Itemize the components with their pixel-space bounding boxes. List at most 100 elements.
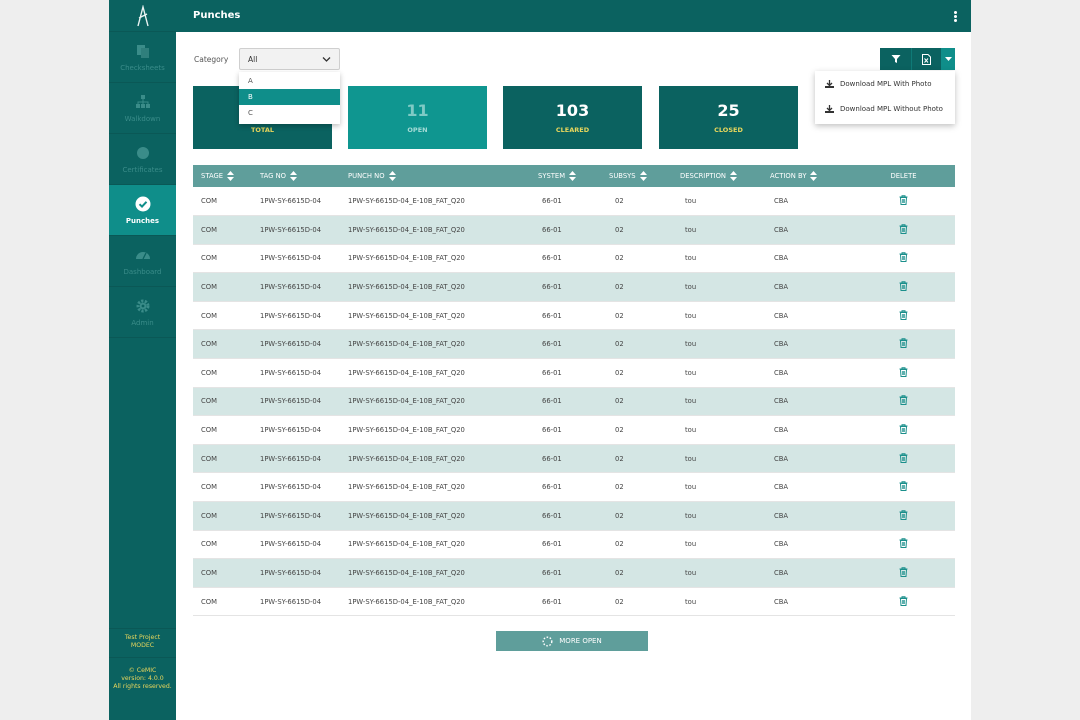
table-row[interactable]: COM 1PW-SY-6615D-04 1PW-SY-6615D-04_E-10B_… xyxy=(193,329,955,360)
category-select[interactable]: All xyxy=(239,48,340,70)
table-row[interactable]: COM 1PW-SY-6615D-04 1PW-SY-6615D-04_E-10B_… xyxy=(193,415,955,445)
cell-action-by: CBA xyxy=(762,215,852,245)
cell-delete xyxy=(852,358,955,388)
cell-delete xyxy=(852,472,955,503)
col-action-by[interactable]: ACTION BY xyxy=(762,165,852,187)
col-system[interactable]: SYSTEM xyxy=(530,165,601,187)
col-stage-label: STAGE xyxy=(201,172,224,180)
cell-punch-no: 1PW-SY-6615D-04_E-10B_FAT_Q20 xyxy=(340,329,530,360)
card-value: 11 xyxy=(406,101,429,120)
table-row[interactable]: COM 1PW-SY-6615D-04 1PW-SY-6615D-04_E-10B_… xyxy=(193,358,955,388)
table-row[interactable]: COM 1PW-SY-6615D-04 1PW-SY-6615D-04_E-10B_… xyxy=(193,272,955,302)
trash-icon[interactable] xyxy=(899,367,908,377)
more-open-button[interactable]: MORE OPEN xyxy=(496,631,648,651)
download-icon xyxy=(825,105,834,113)
table-row[interactable]: COM 1PW-SY-6615D-04 1PW-SY-6615D-04_E-10B_… xyxy=(193,187,955,217)
cell-stage: COM xyxy=(193,415,252,445)
table-row[interactable]: COM 1PW-SY-6615D-04 1PW-SY-6615D-04_E-10B_… xyxy=(193,215,955,245)
category-option-a[interactable]: A xyxy=(239,73,340,89)
table-row[interactable]: COM 1PW-SY-6615D-04 1PW-SY-6615D-04_E-10B_… xyxy=(193,301,955,331)
trash-icon[interactable] xyxy=(899,452,908,463)
table-row[interactable]: COM 1PW-SY-6615D-04 1PW-SY-6615D-04_E-10B_… xyxy=(193,558,955,588)
cell-system: 66-01 xyxy=(530,387,601,417)
sidebar-item-walkdown[interactable]: Walkdown xyxy=(109,83,176,134)
gauge-icon xyxy=(135,251,150,259)
cell-subsys: 02 xyxy=(601,558,672,588)
export-dropdown-toggle[interactable] xyxy=(941,48,955,70)
col-description[interactable]: DESCRIPTION xyxy=(672,165,762,187)
trash-icon[interactable] xyxy=(899,195,908,206)
trash-icon[interactable] xyxy=(899,338,908,349)
cell-description: tou xyxy=(672,244,762,274)
table-row[interactable]: COM 1PW-SY-6615D-04 1PW-SY-6615D-04_E-10B_… xyxy=(193,444,955,474)
trash-icon[interactable] xyxy=(899,424,908,435)
col-stage[interactable]: STAGE xyxy=(193,165,252,187)
col-subsys[interactable]: SUBSYS xyxy=(601,165,672,187)
col-punch-no-label: PUNCH NO xyxy=(348,172,385,180)
trash-icon[interactable] xyxy=(899,281,908,292)
cell-punch-no: 1PW-SY-6615D-04_E-10B_FAT_Q20 xyxy=(340,415,530,445)
card-cleared[interactable]: 103 CLEARED xyxy=(503,86,642,149)
card-open[interactable]: 11 OPEN xyxy=(348,86,487,149)
cell-delete xyxy=(852,329,955,360)
table-row[interactable]: COM 1PW-SY-6615D-04 1PW-SY-6615D-04_E-10B_… xyxy=(193,530,955,560)
more-options-icon[interactable] xyxy=(953,11,957,22)
copyright-line: © CeMIC xyxy=(128,667,157,674)
cell-subsys: 02 xyxy=(601,472,672,503)
category-label: Category xyxy=(194,55,229,64)
cell-punch-no: 1PW-SY-6615D-04_E-10B_FAT_Q20 xyxy=(340,444,530,474)
cell-stage: COM xyxy=(193,444,252,474)
col-punch-no[interactable]: PUNCH NO xyxy=(340,165,530,187)
cell-stage: COM xyxy=(193,301,252,331)
excel-export-button[interactable] xyxy=(911,48,941,70)
sidebar-item-admin[interactable]: Admin xyxy=(109,287,176,338)
filter-button[interactable] xyxy=(880,48,911,70)
table-row[interactable]: COM 1PW-SY-6615D-04 1PW-SY-6615D-04_E-10B_… xyxy=(193,587,955,617)
table-row[interactable]: COM 1PW-SY-6615D-04 1PW-SY-6615D-04_E-10B_… xyxy=(193,472,955,503)
cell-stage: COM xyxy=(193,558,252,588)
table-row[interactable]: COM 1PW-SY-6615D-04 1PW-SY-6615D-04_E-10B_… xyxy=(193,387,955,417)
trash-icon[interactable] xyxy=(899,538,908,549)
category-option-c[interactable]: C xyxy=(239,105,340,121)
col-description-label: DESCRIPTION xyxy=(680,172,727,180)
cell-tag-no: 1PW-SY-6615D-04 xyxy=(252,501,340,531)
sidebar-item-dashboard[interactable]: Dashboard xyxy=(109,236,176,287)
cell-action-by: CBA xyxy=(762,501,852,531)
trash-icon[interactable] xyxy=(899,252,908,263)
sidebar-item-punches[interactable]: Punches xyxy=(109,185,176,236)
download-mpl-without-photo[interactable]: Download MPL Without Photo xyxy=(815,97,955,121)
cell-description: tou xyxy=(672,501,762,531)
cell-action-by: CBA xyxy=(762,301,852,331)
cell-punch-no: 1PW-SY-6615D-04_E-10B_FAT_Q20 xyxy=(340,358,530,388)
cell-delete xyxy=(852,530,955,560)
more-open-label: MORE OPEN xyxy=(559,637,602,645)
cell-delete xyxy=(852,558,955,588)
col-system-label: SYSTEM xyxy=(538,172,566,180)
app-logo[interactable] xyxy=(109,0,176,32)
download-mpl-with-photo[interactable]: Download MPL With Photo xyxy=(815,72,955,96)
cell-action-by: CBA xyxy=(762,530,852,560)
card-label: CLOSED xyxy=(714,126,743,134)
sidebar-item-label: Dashboard xyxy=(123,267,162,276)
category-option-b[interactable]: B xyxy=(239,89,340,105)
cell-tag-no: 1PW-SY-6615D-04 xyxy=(252,244,340,274)
card-closed[interactable]: 25 CLOSED xyxy=(659,86,798,149)
sidebar-item-checksheets[interactable]: Checksheets xyxy=(109,32,176,83)
cell-description: tou xyxy=(672,387,762,417)
trash-icon[interactable] xyxy=(899,309,908,320)
trash-icon[interactable] xyxy=(899,595,908,606)
trash-icon[interactable] xyxy=(899,224,908,234)
trash-icon[interactable] xyxy=(899,567,908,578)
table-row[interactable]: COM 1PW-SY-6615D-04 1PW-SY-6615D-04_E-10B_… xyxy=(193,501,955,531)
cell-tag-no: 1PW-SY-6615D-04 xyxy=(252,301,340,331)
col-tag-no[interactable]: TAG NO xyxy=(252,165,340,187)
trash-icon[interactable] xyxy=(899,395,908,406)
sidebar-item-certificates[interactable]: Certificates xyxy=(109,134,176,185)
cell-system: 66-01 xyxy=(530,358,601,388)
cell-subsys: 02 xyxy=(601,444,672,474)
table-row[interactable]: COM 1PW-SY-6615D-04 1PW-SY-6615D-04_E-10B_… xyxy=(193,244,955,274)
cell-action-by: CBA xyxy=(762,358,852,388)
trash-icon[interactable] xyxy=(899,510,908,520)
sidebar-item-label: Checksheets xyxy=(120,63,165,72)
trash-icon[interactable] xyxy=(899,481,908,492)
